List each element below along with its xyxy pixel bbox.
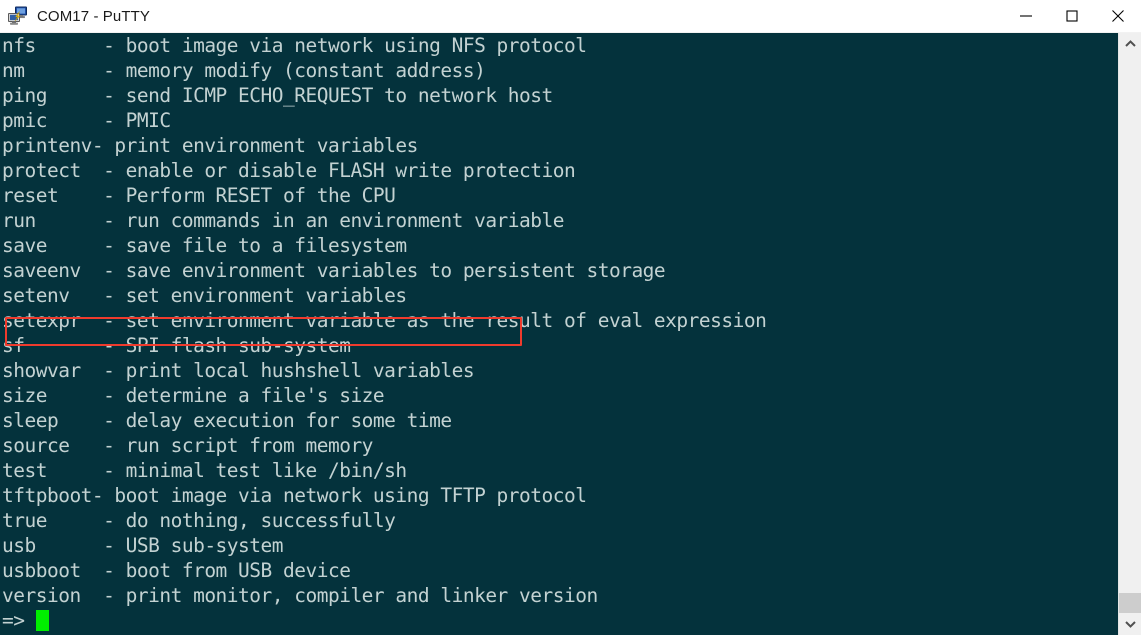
terminal-cursor — [35, 610, 50, 631]
scrollbar-down-button[interactable] — [1119, 613, 1141, 635]
terminal-line: nm - memory modify (constant address) — [2, 59, 486, 82]
prompt-symbol: => — [2, 609, 36, 632]
terminal-line: reset - Perform RESET of the CPU — [2, 184, 396, 207]
chevron-up-icon — [1124, 40, 1136, 48]
window-titlebar[interactable]: COM17 - PuTTY — [0, 0, 1141, 33]
terminal-line: save - save file to a filesystem — [2, 234, 407, 257]
terminal-line: setenv - set environment variables — [2, 284, 407, 307]
minimize-icon — [1019, 9, 1033, 23]
minimize-button[interactable] — [1003, 0, 1049, 33]
terminal-line: sleep - delay execution for some time — [2, 409, 452, 432]
terminal-screen[interactable]: nfs - boot image via network using NFS p… — [0, 33, 1118, 635]
terminal-prompt-line[interactable]: => — [2, 608, 766, 633]
terminal-line: size - determine a file's size — [2, 384, 385, 407]
terminal-line: source - run script from memory — [2, 434, 373, 457]
chevron-down-icon — [1124, 620, 1136, 628]
putty-network-icon — [7, 6, 29, 26]
terminal-line: ping - send ICMP ECHO_REQUEST to network… — [2, 84, 553, 107]
terminal-line: pmic - PMIC — [2, 109, 171, 132]
terminal-line: printenv- print environment variables — [2, 134, 418, 157]
terminal-line: usbboot - boot from USB device — [2, 559, 351, 582]
terminal-line: true - do nothing, successfully — [2, 509, 396, 532]
terminal-area: nfs - boot image via network using NFS p… — [0, 33, 1141, 635]
terminal-line: test - minimal test like /bin/sh — [2, 459, 407, 482]
maximize-icon — [1065, 9, 1079, 23]
terminal-line: nfs - boot image via network using NFS p… — [2, 34, 587, 57]
terminal-line: sf - SPI flash sub-system — [2, 334, 351, 357]
close-icon — [1111, 9, 1125, 23]
close-button[interactable] — [1095, 0, 1141, 33]
terminal-scrollbar[interactable] — [1118, 33, 1141, 635]
putty-window: COM17 - PuTTY nfs - boot image via netwo… — [0, 0, 1141, 635]
terminal-line: version - print monitor, compiler and li… — [2, 584, 598, 607]
scrollbar-track[interactable] — [1119, 55, 1141, 613]
titlebar-left-group: COM17 - PuTTY — [0, 6, 1003, 26]
terminal-line: showvar - print local hushshell variable… — [2, 359, 475, 382]
terminal-line: usb - USB sub-system — [2, 534, 284, 557]
scrollbar-up-button[interactable] — [1119, 33, 1141, 55]
scrollbar-thumb[interactable] — [1119, 593, 1141, 613]
terminal-line: saveenv - save environment variables to … — [2, 259, 666, 282]
terminal-line: setexpr - set environment variable as th… — [2, 309, 767, 332]
window-title: COM17 - PuTTY — [37, 7, 150, 25]
terminal-line: protect - enable or disable FLASH write … — [2, 159, 576, 182]
window-controls — [1003, 0, 1141, 33]
terminal-line: tftpboot- boot image via network using T… — [2, 484, 587, 507]
maximize-button[interactable] — [1049, 0, 1095, 33]
terminal-line: run - run commands in an environment var… — [2, 209, 565, 232]
terminal-output: nfs - boot image via network using NFS p… — [2, 33, 767, 633]
